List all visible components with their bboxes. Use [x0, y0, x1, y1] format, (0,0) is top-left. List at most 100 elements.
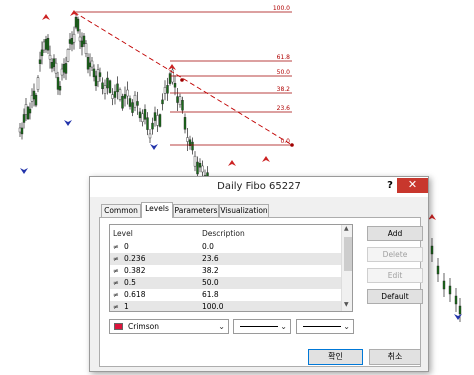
candle-body: [161, 99, 164, 105]
candle-body: [108, 80, 112, 93]
color-select-value: Crimson: [128, 322, 159, 331]
arrow-down-icon: [454, 314, 462, 320]
candle-body: [84, 43, 88, 54]
candle-body: [111, 94, 114, 99]
level-value: 1: [124, 302, 129, 311]
tab-common[interactable]: Common: [101, 204, 141, 217]
level-line-icon: ≠: [113, 255, 119, 263]
edit-button[interactable]: Edit: [367, 268, 423, 283]
candle-body: [133, 94, 137, 108]
candle-body: [146, 117, 149, 130]
candle-body: [80, 40, 84, 48]
level-description: 61.8: [202, 290, 219, 299]
list-item[interactable]: ≠ 0.5 50.0: [110, 277, 342, 289]
candle-body: [48, 54, 52, 60]
candle-body: [186, 137, 189, 142]
candle-body: [60, 68, 64, 76]
list-scrollbar[interactable]: ▲ ▼: [341, 225, 352, 311]
candle-body: [78, 36, 82, 42]
candle-body: [106, 77, 109, 89]
list-item[interactable]: ≠ 1 100.0: [110, 301, 342, 311]
cancel-button[interactable]: 취소: [369, 349, 421, 365]
candle-body: [58, 85, 62, 91]
candle-body: [38, 59, 42, 64]
candle-body: [151, 122, 154, 130]
delete-button[interactable]: Delete: [367, 247, 423, 262]
fib-level-label: 23.6: [277, 105, 291, 112]
candle-body: [50, 62, 54, 69]
fib-level-label: 38.2: [277, 86, 291, 93]
arrow-up-icon: [262, 156, 270, 162]
candle-body: [123, 94, 127, 99]
candle-body: [22, 114, 26, 123]
candle-body: [181, 100, 184, 111]
candle-body: [28, 108, 32, 114]
help-button[interactable]: ?: [384, 180, 396, 193]
candle-body: [88, 62, 92, 68]
candle-body: [138, 111, 142, 119]
arrow-up-icon: [428, 214, 436, 220]
scroll-up-icon[interactable]: ▲: [344, 225, 349, 232]
levels-list[interactable]: Level Description ≠ 0 0.0 ≠ 0.236 23.6 ≠…: [109, 224, 353, 312]
candle-body: [34, 94, 38, 106]
candle-body: [82, 35, 86, 45]
scroll-thumb[interactable]: [344, 237, 352, 271]
level-value: 0.5: [124, 278, 136, 287]
candle-body: [72, 33, 76, 43]
chevron-down-icon: ⌄: [343, 322, 350, 331]
candle-body: [156, 115, 159, 126]
color-select[interactable]: Crimson ⌄: [109, 319, 229, 334]
candle-body: [36, 77, 40, 90]
candle-body: [44, 39, 48, 50]
candle-body: [98, 72, 102, 77]
candle-body: [68, 39, 72, 44]
candle-body: [198, 163, 202, 168]
dialog-titlebar[interactable]: Daily Fibo 65227 ? ✕: [90, 177, 428, 197]
chevron-down-icon: ⌄: [218, 322, 225, 331]
line-width-sample: [303, 326, 341, 327]
line-width-select[interactable]: ⌄: [296, 319, 354, 334]
fib-level-label: 61.8: [277, 54, 291, 61]
candle-body: [442, 280, 446, 290]
list-item[interactable]: ≠ 0.618 61.8: [110, 289, 342, 301]
list-item[interactable]: ≠ 0 0.0: [110, 241, 342, 253]
default-button[interactable]: Default: [367, 289, 423, 304]
candle-body: [94, 75, 98, 87]
candle-body: [196, 161, 199, 175]
ok-button[interactable]: 확인: [308, 349, 363, 365]
level-line-icon: ≠: [113, 267, 119, 275]
candle-body: [178, 96, 182, 105]
list-item[interactable]: ≠ 0.382 38.2: [110, 265, 342, 277]
candle-body: [448, 285, 452, 295]
candle-body: [118, 89, 122, 100]
chevron-down-icon: ⌄: [280, 322, 287, 331]
list-item[interactable]: ≠ 0.236 23.6: [110, 253, 342, 265]
candle-body: [176, 96, 179, 103]
candle-body: [52, 58, 56, 67]
line-style-sample: [240, 326, 278, 327]
line-style-select[interactable]: ⌄: [233, 319, 291, 334]
candle-body: [32, 90, 36, 100]
candle-body: [141, 113, 144, 123]
fib-level-label: 100.0: [273, 5, 290, 12]
color-swatch: [114, 323, 123, 330]
add-button[interactable]: Add: [367, 226, 423, 241]
arrow-up-icon: [70, 10, 78, 16]
candle-body: [121, 96, 124, 109]
tab-parameters[interactable]: Parameters: [173, 204, 219, 217]
fib-anchor-point: [180, 78, 184, 82]
level-line-icon: ≠: [113, 303, 119, 311]
level-description: 0.0: [202, 242, 214, 251]
scroll-down-icon[interactable]: ▼: [344, 301, 349, 308]
candle-body: [183, 117, 187, 130]
tab-levels[interactable]: Levels: [141, 202, 173, 218]
candle-body: [54, 62, 58, 74]
close-button[interactable]: ✕: [397, 178, 428, 193]
candle-body: [42, 41, 46, 51]
column-header-level[interactable]: Level: [113, 229, 133, 238]
tab-visualization[interactable]: Visualization: [219, 204, 269, 217]
level-value: 0.382: [124, 266, 146, 275]
daily-fibo-dialog: Daily Fibo 65227 ? ✕ Common Levels Param…: [89, 176, 429, 372]
candle-body: [193, 155, 197, 167]
column-header-description[interactable]: Description: [202, 229, 245, 238]
